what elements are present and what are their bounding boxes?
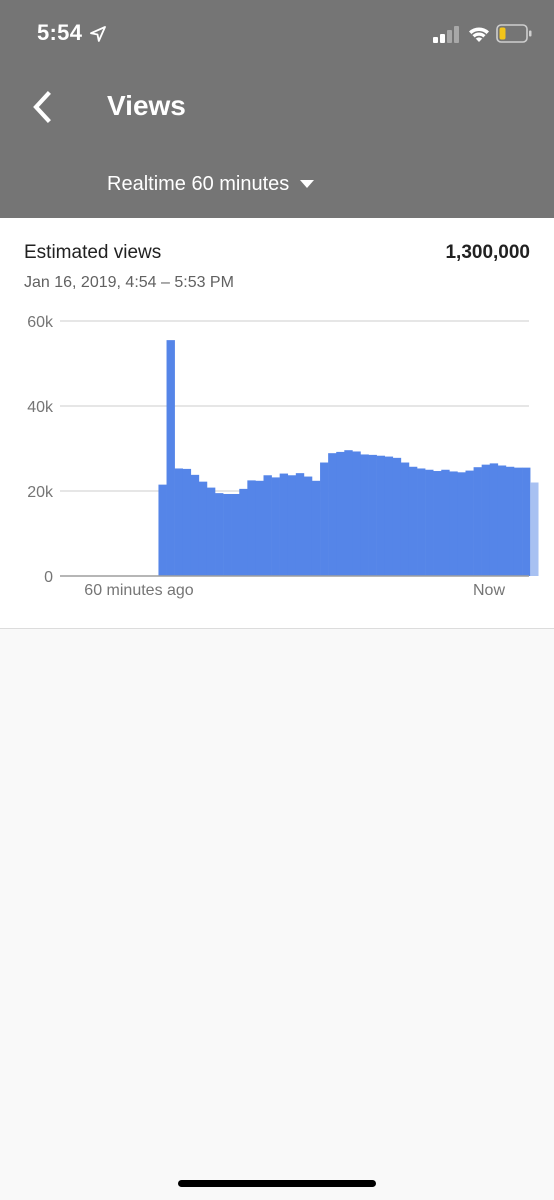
chart-bar [513, 467, 523, 577]
chart-bar [336, 451, 345, 576]
chart-bar [303, 476, 313, 576]
chart-bar [215, 493, 224, 577]
chart-bar [384, 456, 394, 576]
x-tick-label-start: 60 minutes ago [84, 582, 194, 599]
cellular-signal-icon [433, 26, 459, 43]
chart-bar [433, 471, 442, 576]
chart-bar [352, 451, 361, 576]
chart-bar [311, 480, 321, 576]
page-title: Views [107, 90, 186, 121]
chart-bar [473, 467, 482, 576]
chart-bar [392, 457, 402, 576]
y-tick-label: 20k [27, 484, 54, 501]
time-range-dropdown[interactable]: Realtime 60 minutes [107, 168, 315, 200]
home-indicator [178, 1180, 376, 1187]
chart-bar [263, 475, 272, 576]
chart-bar [417, 468, 426, 576]
chart-bar [295, 473, 305, 576]
chart-bar [408, 466, 418, 576]
chart-bar [449, 471, 458, 576]
chart-bar-partial [530, 482, 539, 576]
chart-bar [360, 454, 369, 576]
chart-bar [166, 340, 175, 577]
chart-bar [158, 484, 167, 577]
chart-bar [271, 477, 280, 576]
chart-bar [279, 473, 289, 576]
y-tick-label: 40k [27, 399, 54, 416]
status-time: 5:54 [37, 20, 83, 45]
chart-bar [223, 493, 232, 576]
chart-bar [320, 462, 329, 576]
y-tick-label: 0 [44, 569, 53, 586]
chart-bar [425, 469, 434, 576]
chevron-left-icon [33, 91, 51, 123]
chart-bar [497, 465, 507, 576]
chart-bar [190, 474, 200, 576]
chart-bar [231, 493, 240, 576]
chart-bar [328, 453, 337, 576]
wifi-icon [469, 27, 489, 42]
chart-bar [400, 462, 410, 576]
chart-bar [198, 481, 208, 576]
chart-bar [522, 467, 531, 577]
chart-bar [489, 463, 499, 577]
chart-bar [344, 450, 353, 576]
views-bar-chart: 0 20k 40k 60k 60 minutes ago Now [27, 314, 539, 599]
chart-bar [287, 475, 297, 576]
chart-bar [457, 472, 466, 576]
chart-bar [465, 470, 474, 576]
chart-bar [247, 480, 256, 577]
chart-bar [206, 487, 216, 576]
battery-low-icon [496, 24, 532, 43]
views-card: Estimated views 1,300,000 Jan 16, 2019, … [0, 218, 554, 629]
chart-bar [368, 454, 377, 577]
chart-bar [174, 468, 183, 576]
back-button[interactable] [24, 84, 64, 130]
y-tick-label: 60k [27, 314, 54, 331]
chart-bar [376, 455, 385, 576]
chart-bar [239, 488, 248, 577]
chart-bar [441, 469, 450, 576]
chart-bar [182, 468, 192, 576]
x-tick-label-end: Now [473, 582, 505, 599]
battery-level [499, 27, 506, 40]
chart-bar [255, 480, 264, 576]
chart-bar [481, 464, 491, 576]
caret-down-icon [300, 180, 315, 188]
location-arrow-icon [90, 26, 106, 42]
chart-bar [505, 466, 515, 576]
time-range-label: Realtime 60 minutes [107, 172, 290, 195]
app-header: 5:54 Views Realtime 60 minutes [0, 0, 554, 218]
